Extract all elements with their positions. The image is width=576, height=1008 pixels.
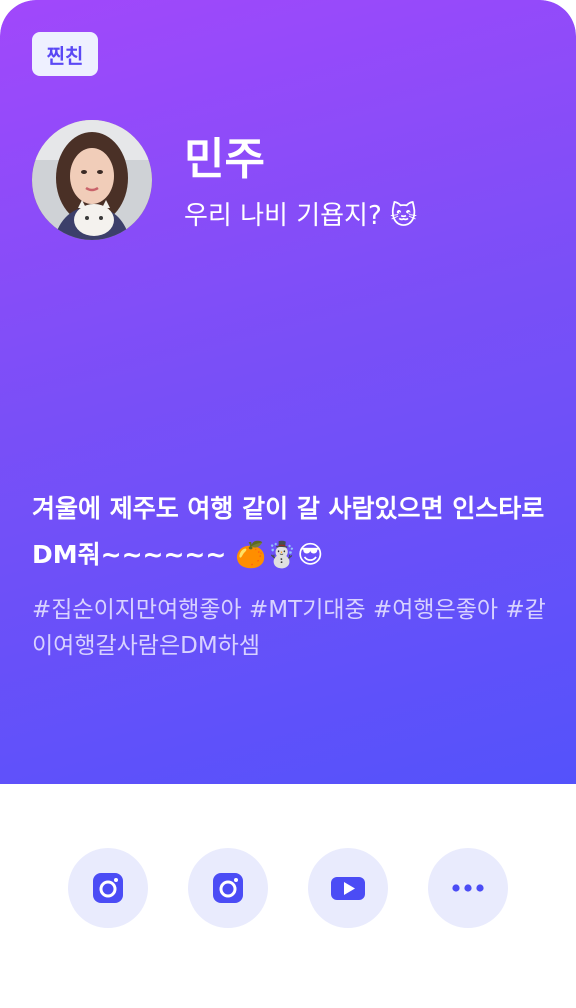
profile-name: 민주 [184, 134, 265, 185]
avatar[interactable] [32, 120, 152, 240]
profile-hero: 찐친 민주 우리 나비 기욥지? 🐱 겨울에 제주도 여행 같이 갈 사람있으면… [0, 0, 576, 784]
youtube-button[interactable] [308, 848, 388, 928]
profile-card: 찐친 민주 우리 나비 기욥지? 🐱 겨울에 제주도 여행 같이 갈 사람있으면… [0, 0, 576, 1008]
social-links-bar [0, 784, 576, 1008]
more-button[interactable] [428, 848, 508, 928]
instagram-button-2[interactable] [188, 848, 268, 928]
post-text: 겨울에 제주도 여행 같이 갈 사람있으면 인스타로 DM줘~~~~~~ 🍊☃️… [32, 494, 545, 569]
avatar-photo-icon [32, 120, 152, 240]
youtube-icon [331, 877, 365, 900]
instagram-button[interactable] [68, 848, 148, 928]
post-hashtags: #집순이지만여행좋아 #MT기대중 #여행은좋아 #같이여행갈사람은DM하셈 [32, 597, 546, 659]
relationship-badge: 찐친 [32, 32, 98, 76]
more-dots-icon [452, 884, 484, 892]
profile-status-message: 우리 나비 기욥지? 🐱 [184, 201, 418, 231]
relationship-badge-label: 찐친 [46, 43, 84, 68]
instagram-icon [213, 873, 243, 903]
instagram-icon [93, 873, 123, 903]
